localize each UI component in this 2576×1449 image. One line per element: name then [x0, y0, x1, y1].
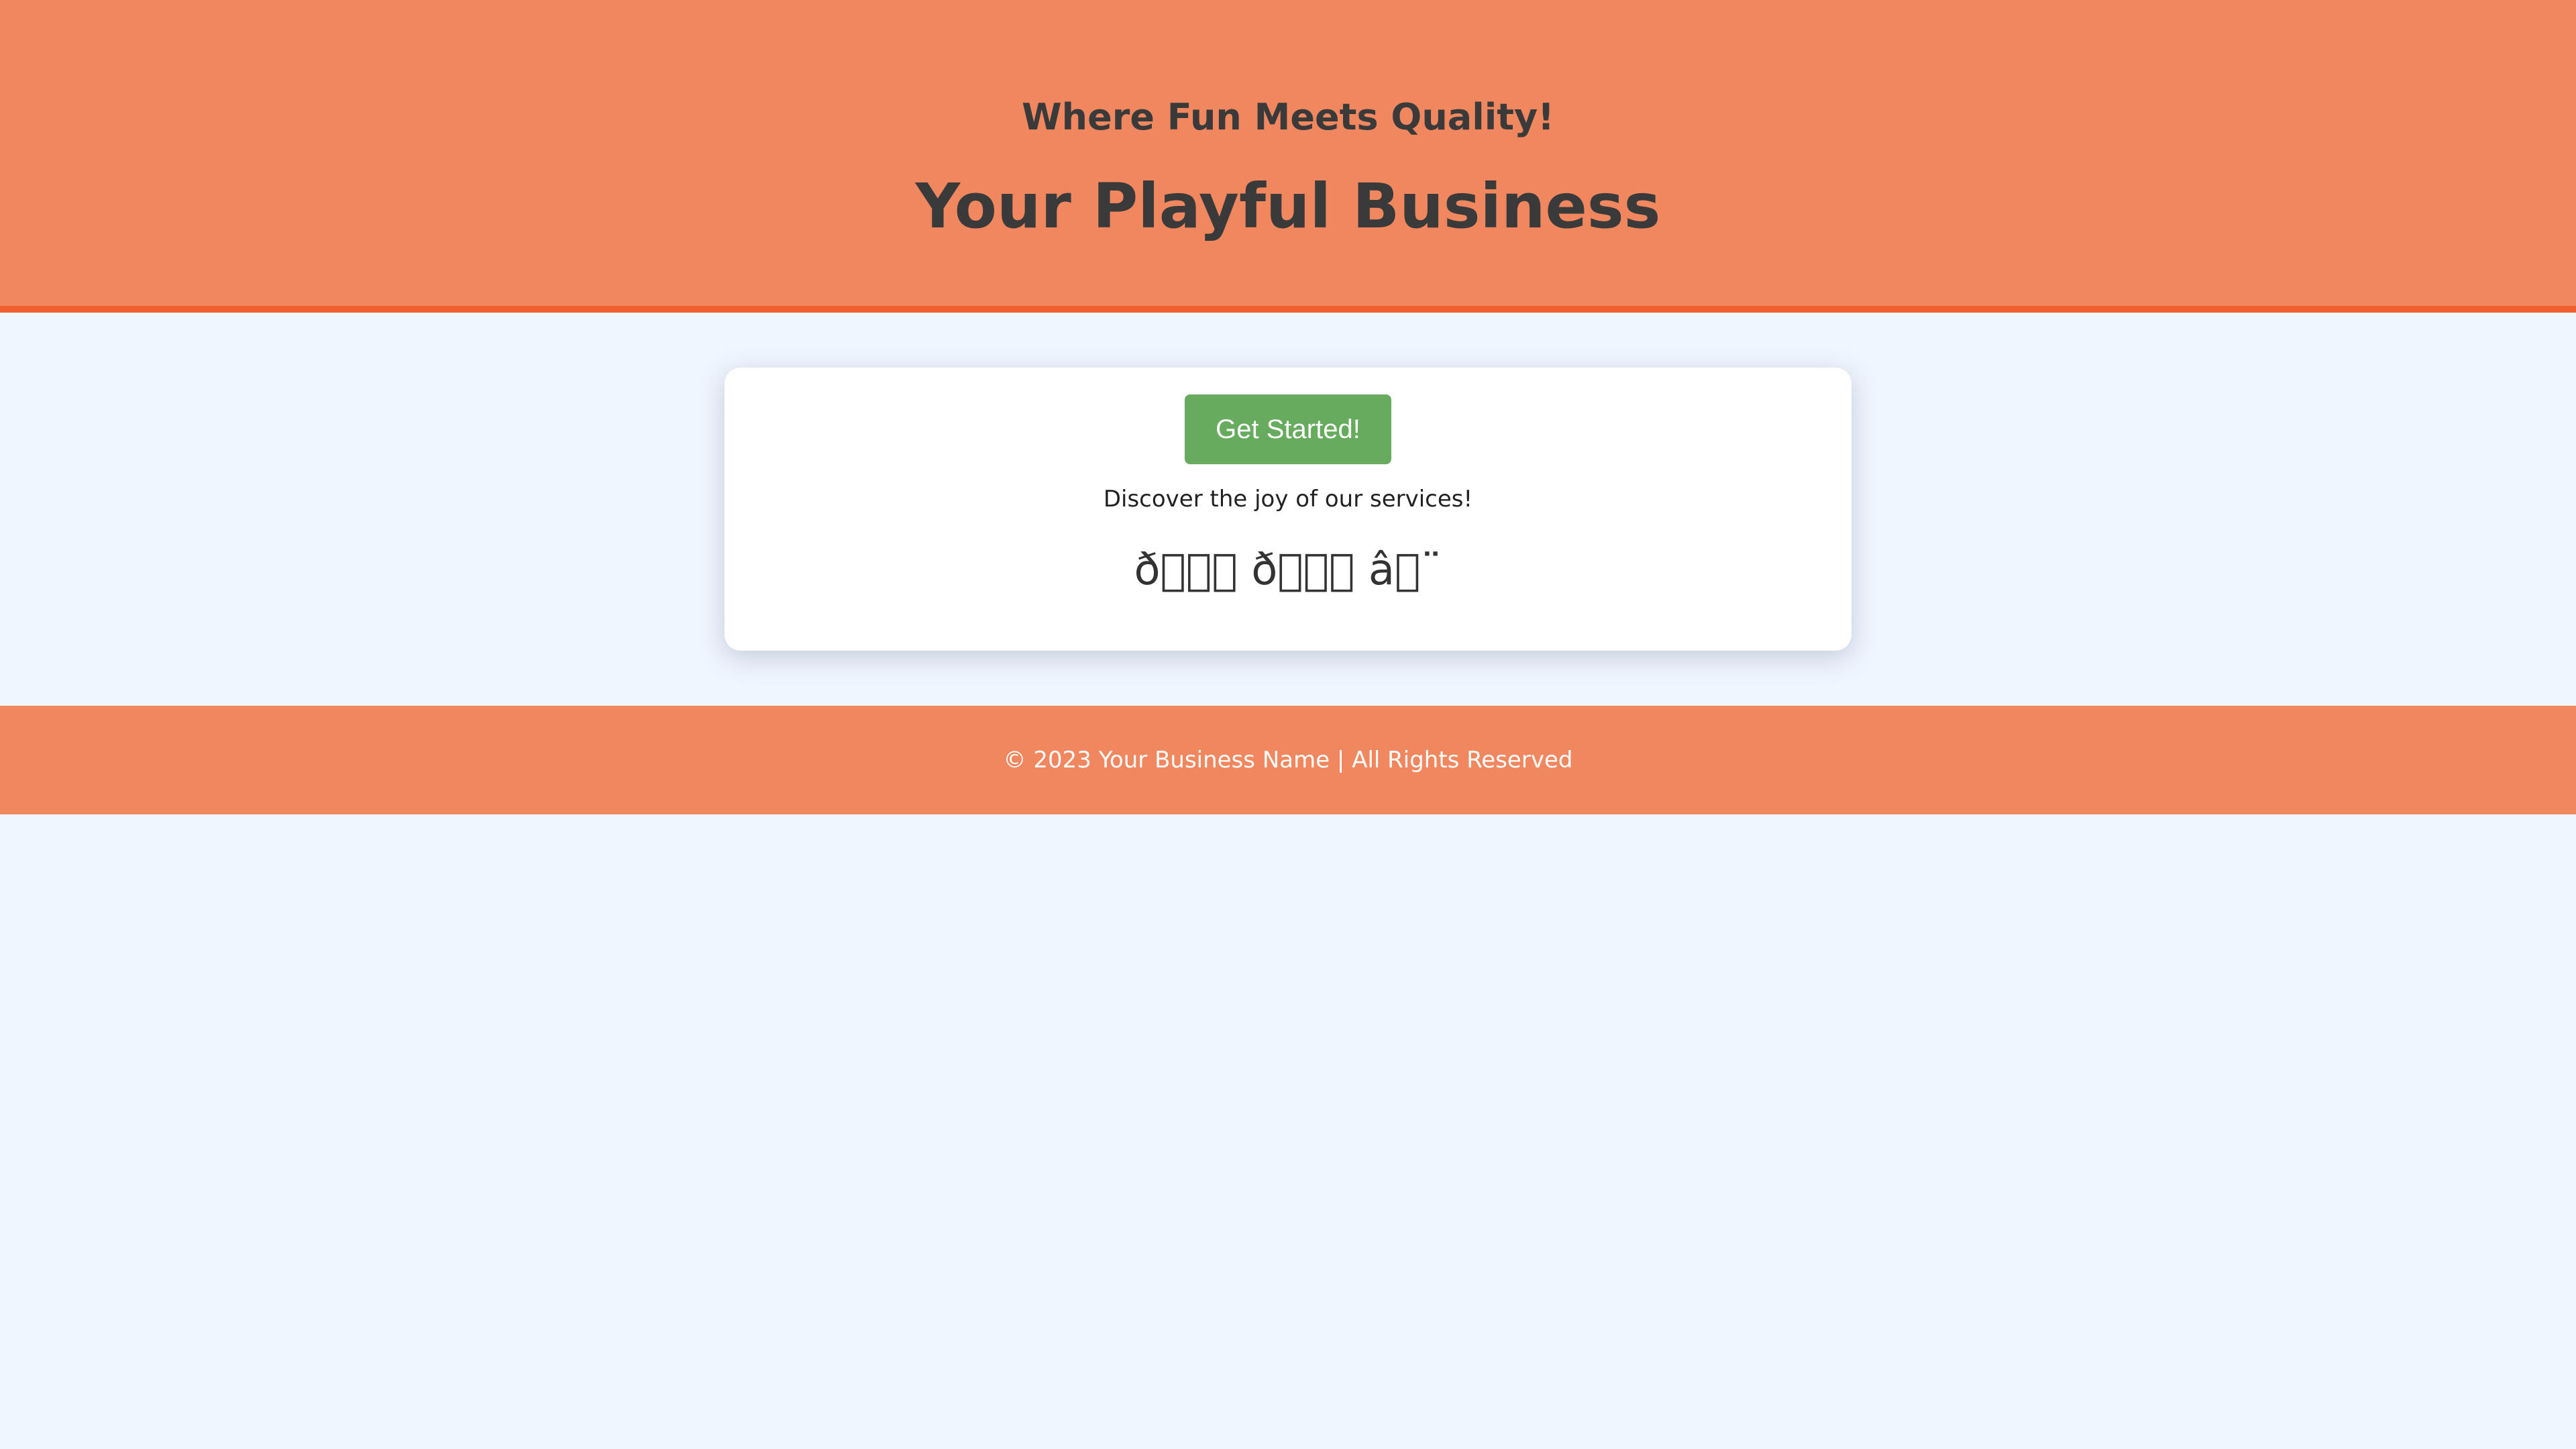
site-footer: © 2023 Your Business Name | All Rights R… — [0, 706, 2576, 814]
site-header: Where Fun Meets Quality! Your Playful Bu… — [0, 0, 2576, 313]
content-card: Get Started! Discover the joy of our ser… — [724, 368, 1851, 651]
description-text: Discover the joy of our services! — [1103, 486, 1473, 513]
copyright-text: © 2023 Your Business Name | All Rights R… — [1003, 747, 1573, 773]
emoji-row: ð    ð    â ¨ — [1134, 545, 1442, 595]
tagline: Where Fun Meets Quality! — [1022, 96, 1554, 138]
page-title: Your Playful Business — [915, 170, 1661, 242]
get-started-button[interactable]: Get Started! — [1185, 394, 1391, 464]
